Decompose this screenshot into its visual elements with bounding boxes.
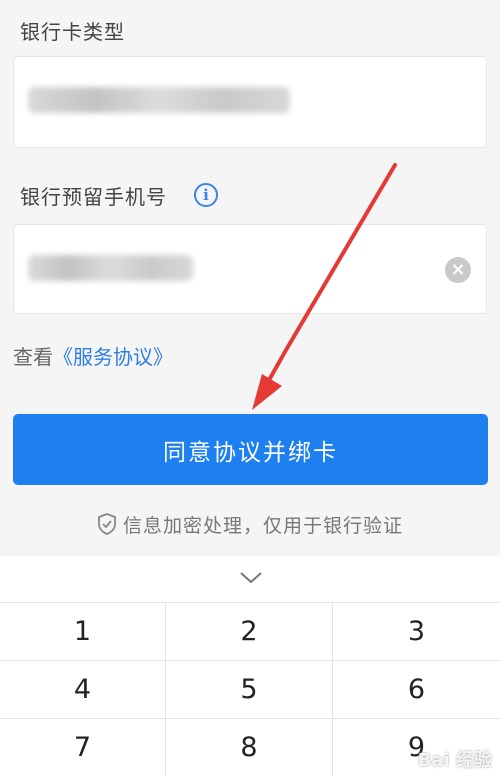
card-type-field[interactable] [13,56,487,148]
key-5[interactable]: 5 [166,660,333,718]
watermark: Bai 经验 [417,750,492,771]
terms-line: 查看《服务协议》 [13,341,173,370]
card-type-label: 银行卡类型 [20,20,125,44]
agree-and-bind-button[interactable]: 同意协议并绑卡 [13,414,488,485]
service-agreement-link[interactable]: 《服务协议》 [53,345,173,369]
key-6[interactable]: 6 [333,660,500,718]
clear-icon[interactable]: × [445,257,471,283]
key-2[interactable]: 2 [166,602,333,660]
secure-note-text: 信息加密处理，仅用于银行验证 [122,515,403,537]
secure-note: 信息加密处理，仅用于银行验证 [0,511,500,540]
numeric-keyboard: 1 2 3 4 5 6 7 8 9 [0,556,500,778]
key-7[interactable]: 7 [0,718,166,776]
shield-icon [97,513,117,540]
chevron-down-icon[interactable] [238,568,264,588]
phone-input[interactable]: × [13,224,487,314]
terms-prefix: 查看 [13,345,53,369]
key-4[interactable]: 4 [0,660,166,718]
key-8[interactable]: 8 [166,718,333,776]
redacted-card-type [28,87,290,113]
key-1[interactable]: 1 [0,602,166,660]
key-3[interactable]: 3 [333,602,500,660]
phone-label: 银行预留手机号 [20,185,167,209]
redacted-phone-number [28,255,193,281]
info-icon[interactable]: i [194,183,218,207]
